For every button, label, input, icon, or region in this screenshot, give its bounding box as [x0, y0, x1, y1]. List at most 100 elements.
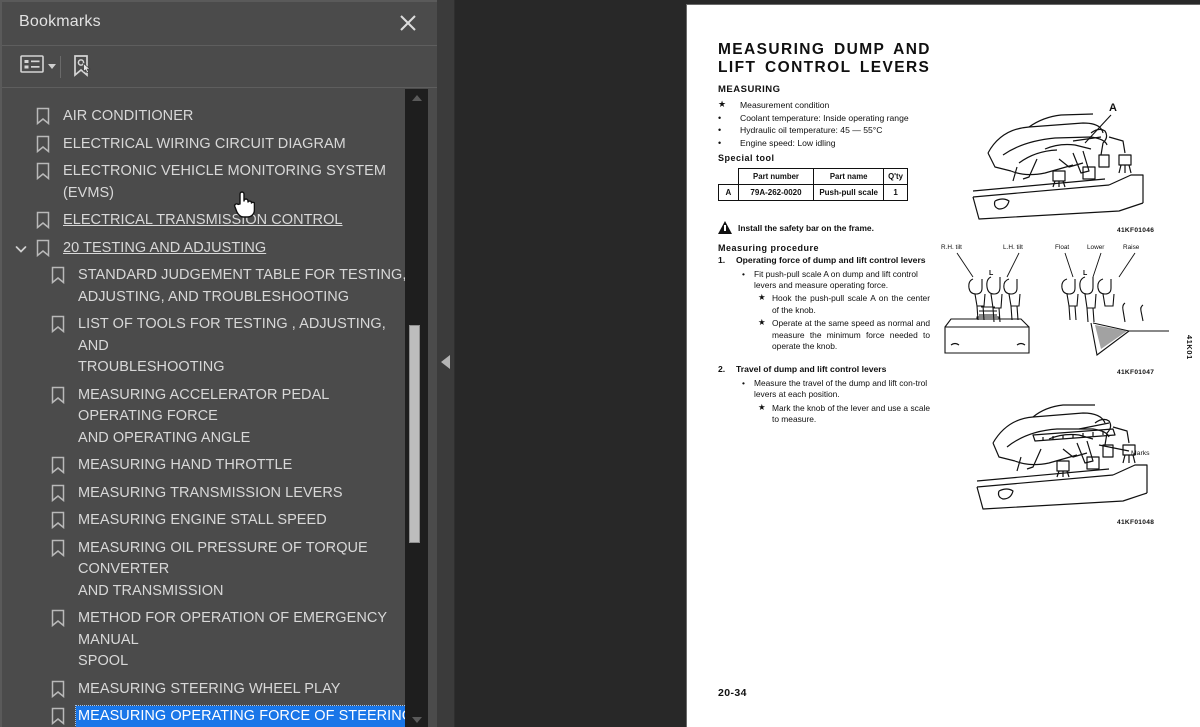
page-side-code: 41K01: [1185, 335, 1194, 360]
bullet-marker-icon: •: [742, 268, 745, 279]
step-note: ★ Operate at the same speed as normal and…: [718, 317, 930, 352]
bookmark-item-label: 20 TESTING AND ADJUSTING: [63, 239, 267, 256]
table-body: A 79A-262-0020 Push-pull scale 1: [718, 184, 908, 201]
bookmark-item[interactable]: 20 TESTING AND ADJUSTING: [2, 235, 416, 263]
bullet-marker-icon: •: [718, 137, 722, 148]
bookmark-item-label: MEASURING OIL PRESSURE OF TORQUE CONVERT…: [78, 539, 368, 599]
svg-text:Raise: Raise: [1123, 244, 1140, 251]
chevron-down-icon[interactable]: [14, 242, 28, 256]
bookmark-item[interactable]: ELECTRICAL WIRING CIRCUIT DIAGRAM: [2, 131, 416, 159]
step-number: 1.: [718, 255, 726, 265]
table-header-row: Part number Part name Q'ty: [718, 168, 908, 185]
bookmark-icon: [50, 680, 66, 698]
procedure-steps: 1. Operating force of dump and lift contr…: [718, 255, 930, 427]
bookmarks-panel-header: Bookmarks: [2, 2, 437, 46]
page-title: MEASURING DUMP AND LIFT CONTROL LEVERS: [718, 41, 931, 76]
svg-text:Float: Float: [1055, 244, 1069, 251]
bookmark-item-label: MEASURING HAND THROTTLE: [78, 457, 293, 473]
bookmark-item[interactable]: AIR CONDITIONER: [2, 103, 416, 131]
bookmark-icon: [35, 107, 51, 126]
bookmark-item[interactable]: MEASURING TRANSMISSION LEVERS: [2, 480, 416, 508]
bookmark-item-label: AIR CONDITIONER: [63, 108, 194, 124]
svg-text:L: L: [1083, 270, 1088, 277]
bookmark-icon: [50, 511, 66, 530]
step-note: ★ Hook the push-pull scale A on the cente…: [718, 292, 930, 316]
scroll-down-arrow-icon[interactable]: [405, 712, 428, 727]
bookmark-item[interactable]: MEASURING HAND THROTTLE: [2, 452, 416, 480]
bookmark-item[interactable]: STANDARD JUDGEMENT TABLE FOR TESTING, AD…: [2, 262, 416, 311]
safety-warning: Install the safety bar on the frame.: [718, 221, 874, 234]
table-header-cell: [718, 168, 739, 185]
figure-id-3: 41KF01048: [1117, 519, 1155, 526]
condition-text: Engine speed: Low idling: [740, 137, 836, 148]
condition-item: ★ Measurement condition: [718, 99, 933, 112]
bookmark-icon: [50, 609, 66, 628]
condition-text: Coolant temperature: Inside operating ra…: [740, 112, 909, 123]
figure-id-1: 41KF01046: [1117, 227, 1155, 234]
condition-item: • Hydraulic oil temperature: 45 — 55°C: [718, 125, 933, 137]
scrollbar-thumb[interactable]: [409, 325, 420, 543]
document-viewer[interactable]: MEASURING DUMP AND LIFT CONTROL LEVERS M…: [455, 0, 1200, 727]
warning-text: Install the safety bar on the frame.: [738, 222, 874, 233]
table-cell: 1: [883, 184, 908, 201]
collapse-panel-arrow-icon[interactable]: [441, 355, 450, 369]
figure-41KF01046-illustration: A: [972, 102, 1144, 220]
bookmark-item[interactable]: ELECTRONIC VEHICLE MONITORING SYSTEM (EV…: [2, 158, 416, 207]
bookmark-add-icon: [70, 54, 94, 83]
step-note: ★ Mark the knob of the lever and use a sc…: [718, 402, 930, 426]
svg-text:L: L: [989, 270, 994, 277]
bookmark-icon: [50, 707, 66, 726]
chevron-down-icon: [48, 64, 56, 69]
bookmark-item[interactable]: MEASURING OPERATING FORCE OF STEERING WH…: [2, 703, 417, 727]
bookmark-icon: [50, 315, 66, 334]
special-tool-heading: Special tool: [718, 153, 775, 163]
bullet-marker-icon: •: [718, 112, 722, 123]
bookmark-item-label: ELECTRONIC VEHICLE MONITORING SYSTEM (EV…: [63, 163, 386, 201]
step-note-text: Operate at the same speed as normal and …: [772, 318, 930, 351]
step-title: Travel of dump and lift control levers: [736, 364, 887, 375]
bookmark-item[interactable]: METHOD FOR OPERATION OF EMERGENCY MANUAL…: [2, 605, 416, 676]
table-header-cell: Part name: [813, 168, 885, 185]
step-note-text: Mark the knob of the lever and use a sca…: [772, 402, 930, 425]
bookmark-item-label: MEASURING TRANSMISSION LEVERS: [78, 484, 343, 501]
bookmark-icon: [50, 456, 66, 475]
bookmark-icon: [50, 386, 66, 404]
bookmark-item-label: MEASURING OPERATING FORCE OF STEERING WH…: [75, 705, 417, 727]
bookmark-item[interactable]: MEASURING OIL PRESSURE OF TORQUE CONVERT…: [2, 535, 416, 606]
condition-text: Measurement condition: [740, 100, 830, 110]
procedure-step: 2. Travel of dump and lift control levers…: [718, 364, 930, 425]
bookmark-options-button[interactable]: [20, 54, 56, 79]
measuring-conditions-list: ★ Measurement condition • Coolant temperatu…: [718, 99, 933, 150]
bookmark-icon: [50, 484, 66, 502]
bookmark-item-label: MEASURING ENGINE STALL SPEED: [78, 512, 327, 528]
panel-splitter[interactable]: [437, 0, 455, 727]
toolbar-divider: [60, 56, 61, 78]
figure-id-2: 41KF01047: [1117, 369, 1155, 376]
bookmark-item[interactable]: MEASURING ACCELERATOR PEDAL OPERATING FO…: [2, 382, 416, 453]
table-cell: A: [718, 184, 739, 201]
bookmark-scrollbar[interactable]: [405, 89, 428, 727]
figure-41KF01048-illustration: Marks: [976, 404, 1150, 510]
bookmark-item[interactable]: ELECTRICAL TRANSMISSION CONTROL: [2, 207, 416, 235]
table-cell: 79A-262-0020: [737, 184, 815, 201]
step-number: 2.: [718, 364, 726, 375]
new-bookmark-button[interactable]: [70, 54, 94, 83]
bookmark-item[interactable]: MEASURING ENGINE STALL SPEED: [2, 507, 416, 535]
condition-text: Hydraulic oil temperature: 45 — 55°C: [740, 125, 883, 136]
svg-text:Lower: Lower: [1087, 244, 1105, 251]
procedure-heading: Measuring procedure: [718, 243, 820, 253]
procedure-step: 1. Operating force of dump and lift contr…: [718, 255, 930, 352]
close-icon[interactable]: [397, 12, 419, 34]
bookmark-tree-viewport[interactable]: AIR CONDITIONER ELECTRICAL WIRING CIRCUIT…: [2, 89, 439, 727]
svg-text:A: A: [1109, 102, 1117, 114]
bookmark-icon: [50, 539, 66, 557]
step-title: Operating force of dump and lift control…: [736, 255, 926, 265]
star-marker-icon: ★: [758, 292, 766, 303]
bookmark-item[interactable]: LIST OF TOOLS FOR TESTING , ADJUSTING, A…: [2, 311, 416, 382]
step-detail: • Fit push-pull scale A on dump and lift …: [718, 269, 930, 292]
bookmark-item[interactable]: MEASURING STEERING WHEEL PLAY: [2, 676, 416, 704]
scroll-up-arrow-icon[interactable]: [405, 90, 428, 106]
bookmark-icon: [35, 162, 51, 181]
panel-title: Bookmarks: [19, 13, 101, 30]
table-header-cell: Part number: [737, 168, 815, 185]
